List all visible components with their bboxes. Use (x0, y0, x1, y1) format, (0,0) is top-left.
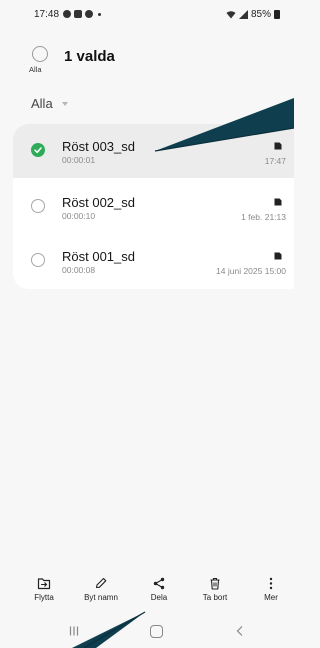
item-checkbox[interactable] (31, 143, 45, 157)
move-folder-icon (37, 578, 51, 590)
share-icon (153, 577, 165, 590)
rename-label: Byt namn (84, 593, 118, 602)
more-vertical-icon (269, 577, 273, 590)
back-icon[interactable] (234, 625, 246, 637)
recordings-list: Röst 003_sd 00:00:01 17:47 Röst 002_sd 0… (13, 124, 294, 289)
recents-icon[interactable] (68, 625, 80, 637)
settings-icon (85, 10, 94, 18)
chevron-down-icon (61, 101, 68, 106)
home-icon[interactable] (150, 625, 163, 638)
list-item[interactable]: Röst 002_sd 00:00:10 1 feb. 21:13 (13, 180, 294, 232)
system-nav-bar (0, 618, 294, 648)
item-checkbox[interactable] (31, 253, 45, 267)
recording-name: Röst 002_sd (62, 195, 135, 210)
share-button[interactable]: Dela (134, 576, 184, 612)
messenger-icon (63, 10, 72, 18)
delete-button[interactable]: Ta bort (190, 576, 240, 612)
share-label: Dela (150, 593, 168, 602)
notification-dot-icon (98, 12, 102, 16)
list-item[interactable]: Röst 003_sd 00:00:01 17:47 (13, 124, 294, 178)
recording-date: 14 juni 2025 15:00 (216, 266, 286, 276)
battery-icon (274, 9, 280, 19)
checkmark-icon (34, 147, 42, 154)
more-label: Mer (264, 593, 278, 602)
move-button[interactable]: Flytta (19, 576, 69, 612)
pencil-icon (95, 577, 107, 589)
sd-card-icon (274, 198, 282, 206)
recording-duration: 00:00:08 (62, 265, 96, 275)
delete-label: Ta bort (202, 593, 228, 602)
recording-date: 17:47 (264, 156, 286, 166)
recording-name: Röst 003_sd (62, 139, 135, 154)
selection-header: Alla 1 valda (0, 44, 294, 80)
recording-duration: 00:00:10 (62, 211, 96, 221)
sd-card-icon (274, 142, 282, 150)
sd-card-icon (274, 252, 282, 260)
action-toolbar: Flytta Byt namn Dela Ta bort Mer (0, 576, 294, 612)
calendar-icon (74, 10, 83, 18)
battery-percent: 85% (250, 8, 271, 20)
move-label: Flytta (34, 593, 54, 602)
list-item[interactable]: Röst 001_sd 00:00:08 14 juni 2025 15:00 (13, 234, 294, 286)
signal-icon (238, 9, 248, 19)
rename-button[interactable]: Byt namn (76, 576, 126, 612)
status-bar: 17:48 85% (0, 0, 294, 28)
recording-name: Röst 001_sd (62, 249, 135, 264)
filter-label: Alla (31, 96, 53, 111)
trash-icon (210, 577, 220, 590)
filter-dropdown[interactable]: Alla (31, 96, 68, 111)
select-all-label: Alla (29, 65, 42, 74)
more-button[interactable]: Mer (246, 576, 296, 612)
item-checkbox[interactable] (31, 199, 45, 213)
recording-duration: 00:00:01 (62, 155, 96, 165)
status-time: 17:48 (34, 8, 60, 20)
selected-count: 1 valda (64, 48, 115, 65)
select-all-checkbox[interactable] (32, 46, 48, 62)
recording-date: 1 feb. 21:13 (241, 212, 286, 222)
wifi-icon (226, 10, 236, 18)
